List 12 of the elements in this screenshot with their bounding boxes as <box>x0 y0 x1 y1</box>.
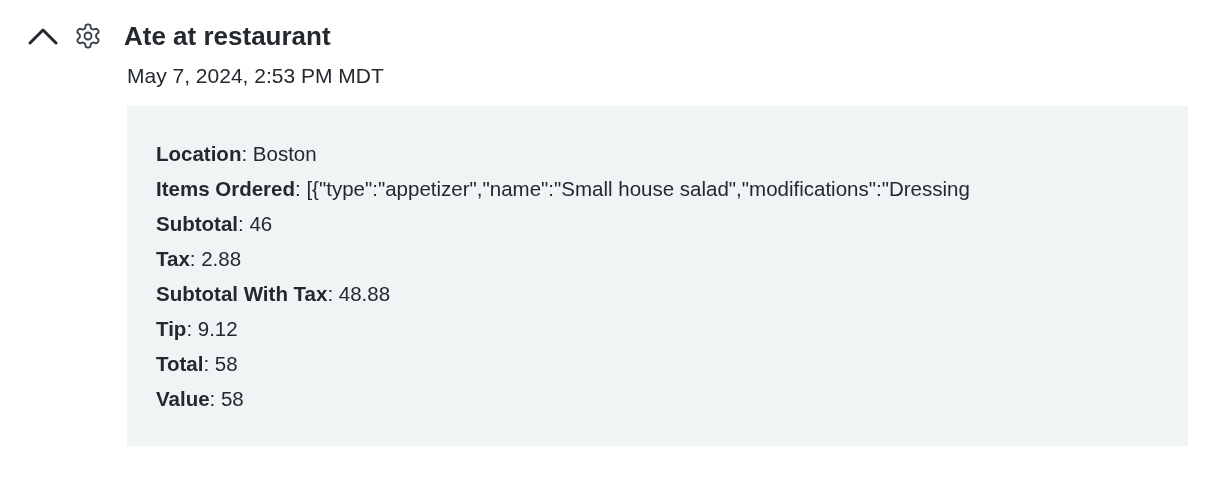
detail-line: Items Ordered: [{"type":"appetizer","name":"Small house salad","modifications":"Dressing <box>156 176 971 202</box>
detail-line: Subtotal With Tax: 48.88 <box>156 281 392 307</box>
detail-line: Tax: 2.88 <box>156 246 243 272</box>
gear-icon <box>74 22 102 50</box>
detail-line: Tip: 9.12 <box>156 316 239 342</box>
event-timestamp: May 7, 2024, 2:53 PM MDT <box>127 64 385 88</box>
chevron-up-icon <box>28 27 58 45</box>
detail-line: Total: 58 <box>156 351 239 377</box>
detail-line: Subtotal: 46 <box>156 211 274 237</box>
detail-line: Location: Boston <box>156 141 318 167</box>
detail-line: Value: 58 <box>156 386 245 412</box>
event-title: Ate at restaurant <box>124 20 331 52</box>
